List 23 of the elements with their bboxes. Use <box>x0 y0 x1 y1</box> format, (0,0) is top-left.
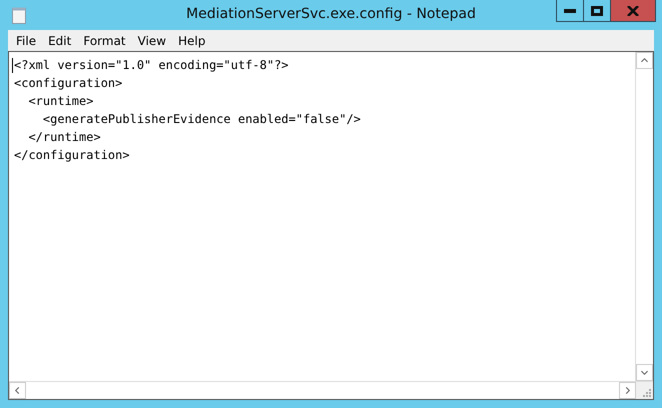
minimize-button[interactable] <box>556 0 584 22</box>
code-line: <configuration> <box>14 75 122 92</box>
text-cursor <box>12 58 13 73</box>
menu-item[interactable]: Format <box>77 34 132 48</box>
code-line: <?xml version="1.0" encoding="utf-8"?> <box>14 57 289 74</box>
close-icon <box>627 6 639 16</box>
menu-item[interactable]: Edit <box>42 34 78 48</box>
horizontal-scrollbar[interactable] <box>9 382 636 399</box>
menu-item[interactable]: Help <box>172 34 212 48</box>
maximize-icon <box>591 6 603 16</box>
code-line: </runtime> <box>27 129 101 146</box>
window-title: MediationServerSvc.exe.config - Notepad <box>186 6 476 22</box>
minimize-icon <box>564 8 576 12</box>
code-line: <generatePublisherEvidence enabled="false"/> <box>42 111 361 128</box>
vertical-scrollbar[interactable] <box>635 52 653 381</box>
notepad-icon <box>12 6 26 24</box>
code-line: <runtime> <box>27 93 94 110</box>
code-line: </configuration> <box>14 147 130 164</box>
text-editor[interactable]: <?xml version="1.0" encoding="utf-8"?> <configuration> <runtime> <generatePublisherEvidence enabled="false"/> </runtime> </configuration> <box>8 51 654 400</box>
menu-item[interactable]: View <box>132 34 172 48</box>
close-button[interactable] <box>610 0 656 22</box>
resize-grip-icon[interactable] <box>636 382 653 399</box>
menu-item[interactable]: File <box>10 34 42 48</box>
